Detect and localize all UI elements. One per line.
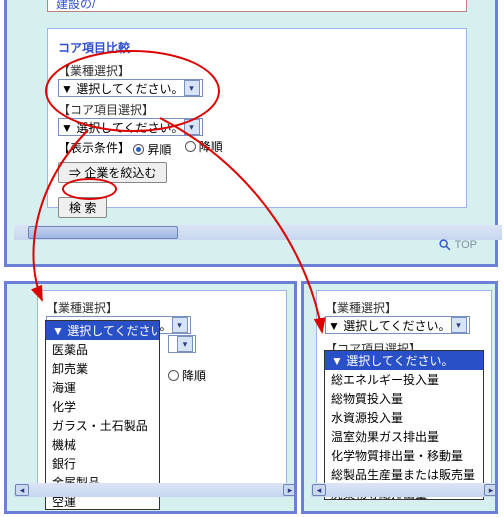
list-item[interactable]: 化学: [46, 397, 159, 416]
chevron-down-icon: ▾: [177, 336, 193, 352]
label-core: 【コア項目選択】: [58, 101, 456, 118]
core-select-value: ▼ 選択してください。: [61, 119, 184, 136]
top-link-label: TOP: [455, 239, 477, 251]
list-item[interactable]: 温室効果ガス排出量: [325, 427, 483, 446]
list-item[interactable]: 水資源投入量: [325, 408, 483, 427]
horizontal-scrollbar[interactable]: [14, 225, 502, 240]
list-item[interactable]: ▼ 選択してください。: [325, 351, 483, 370]
radio-dot-icon: [133, 144, 144, 155]
label-industry: 【業種選択】: [58, 62, 456, 79]
list-item[interactable]: 機械: [46, 435, 159, 454]
br-core-listbox[interactable]: ▼ 選択してください。総エネルギー投入量総物質投入量水資源投入量温室効果ガス排出…: [324, 350, 484, 500]
scrollbar-thumb[interactable]: [28, 226, 178, 239]
chevron-down-icon: ▾: [184, 119, 200, 135]
top-link[interactable]: TOP: [438, 238, 477, 252]
list-item[interactable]: 銀行: [46, 454, 159, 473]
list-item[interactable]: 化学物質排出量・移動量: [325, 446, 483, 465]
list-item[interactable]: ▼ 選択してください。: [46, 321, 159, 340]
industry-select[interactable]: ▼ 選択してください。 ▾: [58, 79, 203, 97]
scroll-right-icon[interactable]: ▸: [484, 484, 498, 496]
radio-desc[interactable]: 降順: [185, 138, 223, 155]
core-select[interactable]: ▼ 選択してください。 ▾: [58, 118, 203, 136]
list-item[interactable]: 総物質投入量: [325, 389, 483, 408]
search-icon: [438, 238, 452, 252]
label-industry: 【業種選択】: [325, 299, 483, 316]
bottom-left-panel: 【業種選択】 ▼ 選択してください。 ▾ ▾ 降順 ▼ 選択してください。医薬品…: [4, 281, 297, 514]
industry-select-value: ▼ 選択してください。: [61, 80, 184, 97]
scroll-left-icon[interactable]: ◂: [15, 484, 29, 496]
label-display: 【表示条件】: [58, 141, 130, 155]
scroll-left-icon[interactable]: ◂: [312, 484, 326, 496]
bl-aux-select[interactable]: ▾: [168, 335, 196, 353]
radio-asc[interactable]: 昇順: [133, 141, 171, 158]
label-industry: 【業種選択】: [46, 299, 278, 316]
br-industry-select[interactable]: ▼ 選択してください。 ▾: [325, 316, 470, 334]
top-panel: 建設の/ コア項目比較 【業種選択】 ▼ 選択してください。 ▾ 【コア項目選択…: [4, 0, 498, 267]
list-item[interactable]: 海運: [46, 378, 159, 397]
horizontal-scrollbar[interactable]: ◂ ▸: [311, 483, 498, 497]
list-item[interactable]: 総製品生産量または販売量: [325, 465, 483, 484]
narrow-button[interactable]: ⇒ 企業を絞込む: [58, 162, 167, 183]
list-item[interactable]: 医薬品: [46, 340, 159, 359]
search-form: コア項目比較 【業種選択】 ▼ 選択してください。 ▾ 【コア項目選択】 ▼ 選…: [47, 28, 467, 208]
chevron-down-icon: ▾: [172, 317, 188, 333]
table-row-fragment: 建設の/: [47, 0, 467, 12]
list-item[interactable]: ガラス・土石製品: [46, 416, 159, 435]
bl-industry-listbox[interactable]: ▼ 選択してください。医薬品卸売業海運化学ガラス・土石製品機械銀行金属製品空運建…: [45, 320, 160, 510]
scroll-right-icon[interactable]: ▸: [283, 484, 297, 496]
list-item[interactable]: 卸売業: [46, 359, 159, 378]
search-button[interactable]: 検 索: [58, 197, 107, 218]
br-select-value: ▼ 選択してください。: [328, 317, 451, 334]
radio-asc-label: 昇順: [147, 141, 171, 158]
bl-desc-fragment: 降順: [168, 367, 216, 384]
display-conditions: 【表示条件】 昇順 降順: [58, 138, 456, 158]
list-item[interactable]: 総エネルギー投入量: [325, 370, 483, 389]
radio-desc-label: 降順: [199, 138, 223, 155]
chevron-down-icon: ▾: [451, 317, 467, 333]
section-title: コア項目比較: [58, 39, 456, 56]
horizontal-scrollbar[interactable]: ◂ ▸: [14, 483, 297, 497]
bottom-right-panel: 【業種選択】 ▼ 選択してください。 ▾ 【コア項目選択】 ▼ 選択してください…: [301, 281, 498, 514]
radio-dot-icon: [185, 141, 196, 152]
chevron-down-icon: ▾: [184, 80, 200, 96]
